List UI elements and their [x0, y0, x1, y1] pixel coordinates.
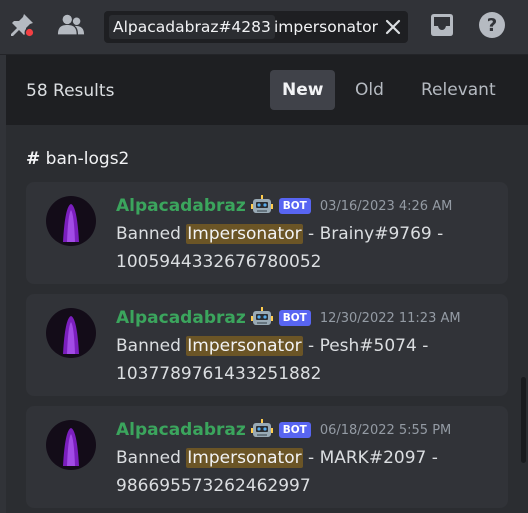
bot-tag: BOT	[278, 310, 311, 326]
message-text: Banned	[116, 336, 187, 356]
inbox-button[interactable]	[428, 11, 456, 39]
message-text: Banned	[116, 448, 187, 468]
channel-hash-icon: #	[26, 149, 41, 169]
scrollbar-thumb[interactable]	[521, 377, 526, 463]
svg-text:?: ?	[487, 15, 497, 36]
search-result-message[interactable]: Alpacadabraz BOT 06/18/2022 5:55 PM Bann…	[26, 406, 508, 508]
sort-new-tab[interactable]: New	[270, 70, 336, 110]
message-content: Banned Impersonator - MARK#2097 - 986695…	[116, 444, 491, 500]
inbox-icon	[431, 14, 453, 36]
search-result-message[interactable]: Alpacadabraz BOT 12/30/2022 11:23 AM Ban…	[26, 294, 508, 396]
search-query[interactable]: impersonator	[274, 15, 378, 39]
message-text: 1005944332676780052	[116, 252, 322, 272]
search-highlight: Impersonator	[186, 224, 303, 244]
message-timestamp: 12/30/2022 11:23 AM	[319, 310, 461, 326]
top-bar: Alpacadabraz#4283 impersonator ?	[0, 0, 528, 55]
avatar[interactable]	[46, 308, 96, 358]
help-icon: ?	[479, 12, 505, 38]
search-results-panel: 58 Results New Old Relevant # ban-logs2 …	[6, 55, 528, 513]
message-text: - MARK#2097 -	[302, 448, 438, 468]
search-highlight: Impersonator	[186, 448, 303, 468]
bot-tag: BOT	[278, 198, 311, 214]
message-text: Banned	[116, 224, 187, 244]
avatar[interactable]	[46, 196, 96, 246]
message-header: Alpacadabraz BOT 06/18/2022 5:55 PM	[116, 418, 451, 442]
author-name[interactable]: Alpacadabraz	[116, 420, 246, 440]
sort-old-tab[interactable]: Old	[343, 70, 396, 110]
avatar[interactable]	[46, 420, 96, 470]
pin-icon	[11, 14, 35, 38]
message-header: Alpacadabraz BOT 12/30/2022 11:23 AM	[116, 306, 461, 330]
search-filter-chip[interactable]: Alpacadabraz#4283	[109, 15, 275, 39]
message-timestamp: 03/16/2023 4:26 AM	[319, 198, 453, 214]
message-text: - Pesh#5074 -	[302, 336, 429, 356]
robot-emoji-icon	[250, 307, 273, 325]
message-header: Alpacadabraz BOT 03/16/2023 4:26 AM	[116, 194, 452, 218]
help-button[interactable]: ?	[478, 11, 506, 39]
channel-header[interactable]: # ban-logs2	[26, 147, 129, 171]
author-name[interactable]: Alpacadabraz	[116, 196, 246, 216]
channel-name: ban-logs2	[45, 149, 130, 169]
author-name[interactable]: Alpacadabraz	[116, 308, 246, 328]
sort-relevant-tab[interactable]: Relevant	[409, 70, 508, 110]
pinned-messages-button[interactable]	[8, 11, 36, 39]
member-list-button[interactable]	[57, 11, 85, 39]
robot-emoji-icon	[250, 419, 273, 437]
results-count: 58 Results	[26, 81, 115, 101]
robot-emoji-icon	[250, 195, 273, 213]
search-bar[interactable]: Alpacadabraz#4283 impersonator	[104, 11, 408, 43]
search-highlight: Impersonator	[186, 336, 303, 356]
close-icon[interactable]	[383, 17, 403, 37]
message-text: 986695573262462997	[116, 476, 311, 496]
members-icon	[57, 14, 85, 35]
bot-tag: BOT	[278, 422, 311, 438]
message-text: - Brainy#9769 -	[302, 224, 444, 244]
message-content: Banned Impersonator - Brainy#9769 - 1005…	[116, 220, 491, 276]
search-result-message[interactable]: Alpacadabraz BOT 03/16/2023 4:26 AM Bann…	[26, 182, 508, 284]
message-timestamp: 06/18/2022 5:55 PM	[319, 422, 452, 438]
message-content: Banned Impersonator - Pesh#5074 - 103778…	[116, 332, 491, 388]
results-header: 58 Results New Old Relevant	[6, 55, 528, 125]
message-text: 1037789761433251882	[116, 364, 322, 384]
